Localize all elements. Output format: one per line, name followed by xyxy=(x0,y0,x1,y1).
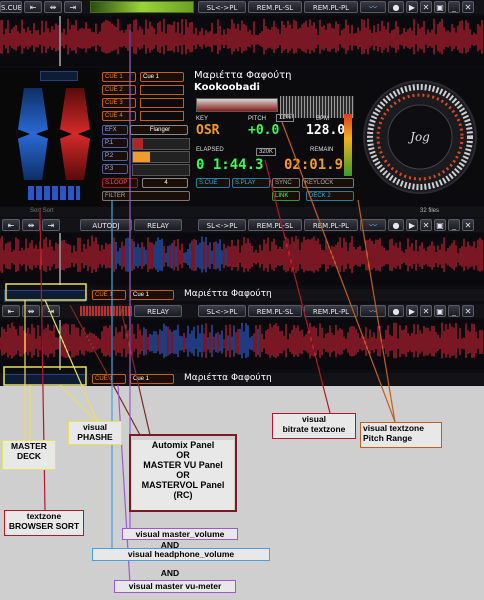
vu-meter-callout: visual master vu-meter xyxy=(114,580,236,593)
and-label-2: AND xyxy=(160,568,180,578)
master-deck-callout: MASTER DECK xyxy=(2,440,56,470)
center-panel-callout: Automix Panel OR MASTER VU Panel OR MAST… xyxy=(132,440,234,510)
phashe-callout: visual PHASHE xyxy=(68,421,122,445)
pitch-range-callout: visual textzone Pitch Range xyxy=(360,422,442,448)
browser-sort-callout: textzone BROWSER SORT xyxy=(4,510,84,536)
master-volume-callout: visual master_volume xyxy=(122,528,238,540)
headphone-volume-callout: visual headphone_volume xyxy=(92,548,270,561)
bitrate-callout: visual bitrate textzone xyxy=(272,413,356,439)
